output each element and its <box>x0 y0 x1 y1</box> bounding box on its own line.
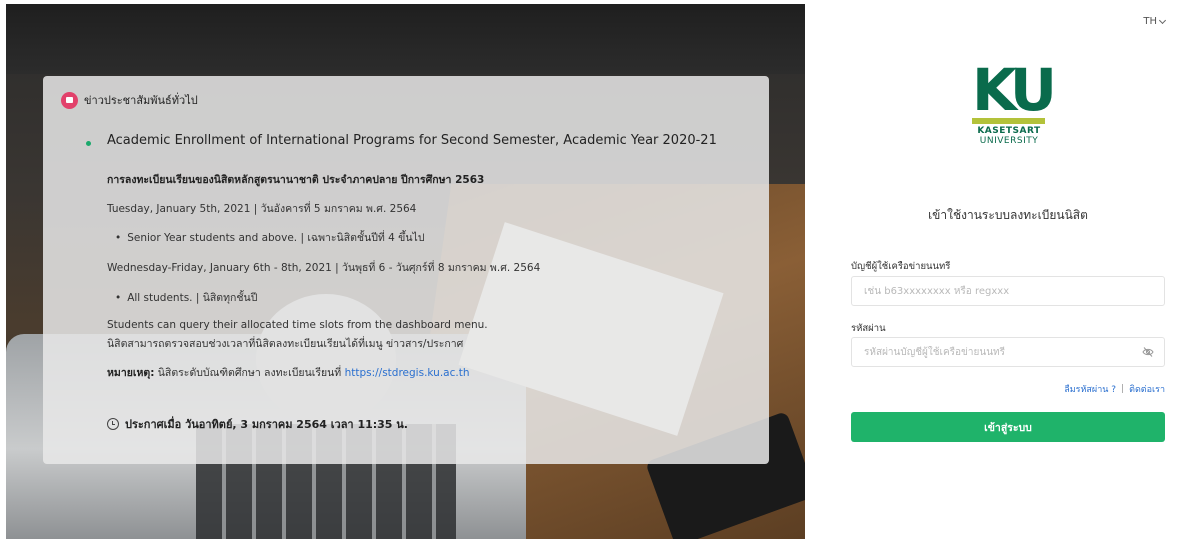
news-header: ข่าวประชาสัมพันธ์ทั่วไป <box>61 90 751 110</box>
note-label: หมายเหตุ: <box>107 367 155 379</box>
news-item-bullet-1: Senior Year students and above. | เฉพาะน… <box>115 229 424 246</box>
hero-shade <box>6 4 805 74</box>
username-input[interactable] <box>852 277 1164 305</box>
news-item-line-3: Students can query their allocated time … <box>107 319 488 331</box>
announce-date: ประกาศเมื่อ วันอาทิตย์, 3 มกราคม 2564 เว… <box>107 415 408 433</box>
username-field[interactable] <box>851 276 1165 306</box>
news-item-line-2: Wednesday-Friday, January 6th - 8th, 202… <box>107 262 541 274</box>
language-current: TH <box>1143 16 1157 27</box>
news-section-title: ข่าวประชาสัมพันธ์ทั่วไป <box>84 94 198 107</box>
news-item-note: หมายเหตุ: นิสิตระดับบัณฑิตศึกษา ลงทะเบีย… <box>107 364 469 381</box>
clock-icon <box>107 418 119 430</box>
news-card: ข่าวประชาสัมพันธ์ทั่วไป Academic Enrollm… <box>43 76 769 464</box>
login-button[interactable]: เข้าสู่ระบบ <box>851 412 1165 442</box>
password-input[interactable] <box>852 338 1164 366</box>
eye-slash-icon[interactable] <box>1142 347 1154 357</box>
news-item-line-1: Tuesday, January 5th, 2021 | วันอังคารที… <box>107 203 417 215</box>
stdregis-link[interactable]: https://stdregis.ku.ac.th <box>345 367 470 379</box>
note-text: นิสิตระดับบัณฑิตศึกษา ลงทะเบียนเรียนที่ <box>154 367 345 379</box>
news-item-bullet <box>86 141 91 146</box>
logo-mark: KU <box>972 56 1057 124</box>
language-switch[interactable]: TH <box>1143 16 1167 27</box>
username-label: บัญชีผู้ใช้เครือข่ายนนทรี <box>851 261 951 272</box>
news-item-subtitle: การลงทะเบียนเรียนของนิสิตหลักสูตรนานาชาต… <box>107 174 485 186</box>
news-item-line-4: นิสิตสามารถตรวจสอบช่วงเวลาที่นิสิตลงทะเบ… <box>107 338 464 350</box>
news-item-bullet-2: All students. | นิสิตทุกชั้นปี <box>115 289 257 306</box>
megaphone-icon <box>61 91 78 109</box>
link-separator: | <box>1121 384 1125 394</box>
ku-logo: KU KASETSART UNIVERSITY <box>972 56 1057 146</box>
login-title: เข้าใช้งานระบบลงทะเบียนนิสิต <box>928 208 1088 222</box>
forgot-password-link[interactable]: ลืมรหัสผ่าน ? <box>1064 382 1116 396</box>
password-label: รหัสผ่าน <box>851 323 886 334</box>
logo-name: KASETSART <box>977 126 1041 136</box>
logo-sub: UNIVERSITY <box>979 136 1039 146</box>
news-item-title[interactable]: Academic Enrollment of International Pro… <box>107 133 717 148</box>
announce-date-text: ประกาศเมื่อ วันอาทิตย์, 3 มกราคม 2564 เว… <box>125 418 408 431</box>
password-field[interactable] <box>851 337 1165 367</box>
chevron-down-icon <box>1158 16 1167 24</box>
auth-links: ลืมรหัสผ่าน ? | ติดต่อเรา <box>1064 382 1165 396</box>
contact-link[interactable]: ติดต่อเรา <box>1129 382 1165 396</box>
